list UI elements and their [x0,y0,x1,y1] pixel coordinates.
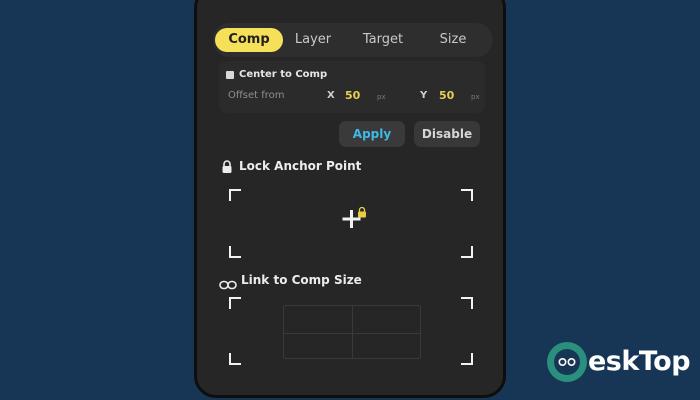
link-icon [219,275,237,294]
apply-button[interactable]: Apply [339,121,405,147]
anchor-corner-bl[interactable] [229,246,241,258]
offset-from-label: Offset from [228,90,285,101]
tab-comp[interactable]: Comp [215,28,283,52]
lock-icon [221,159,233,178]
tab-layer[interactable]: Layer [291,28,335,52]
tool-panel: Comp Layer Target Size Center to Comp Of… [194,0,506,398]
tab-target[interactable]: Target [355,28,411,52]
size-corner-tr[interactable] [461,297,473,309]
anchor-corner-tr[interactable] [461,189,473,201]
lock-anchor-title[interactable]: Lock Anchor Point [239,158,361,174]
anchor-corner-br[interactable] [461,246,473,258]
size-corner-br[interactable] [461,353,473,365]
desktop-logo-icon [545,340,589,388]
comp-size-preview [283,305,421,359]
x-unit-label: px [377,93,386,101]
center-to-comp-label: Center to Comp [239,69,328,80]
link-comp-size-title[interactable]: Link to Comp Size [241,272,362,288]
y-axis-label: Y [420,90,428,101]
x-offset-input[interactable]: 50 [345,89,360,102]
watermark-text: eskTop [588,346,691,377]
tab-size[interactable]: Size [431,28,475,52]
size-corner-bl[interactable] [229,353,241,365]
y-offset-input[interactable]: 50 [439,89,454,102]
disable-button[interactable]: Disable [414,121,480,147]
center-options-box: Center to Comp Offset from X 50 px Y 50 … [219,61,485,113]
center-to-comp-checkbox[interactable] [226,71,234,79]
x-axis-label: X [327,90,335,101]
anchor-corner-tl[interactable] [229,189,241,201]
size-corner-tl[interactable] [229,297,241,309]
crosshair-lock-icon[interactable] [341,206,371,241]
y-unit-label: px [471,93,480,101]
tab-bar: Comp Layer Target Size [213,23,493,57]
